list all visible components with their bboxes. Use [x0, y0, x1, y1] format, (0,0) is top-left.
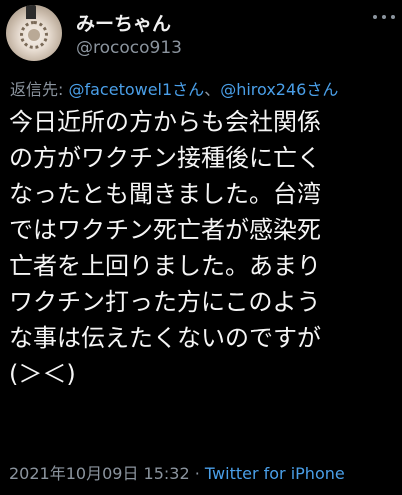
mention-link-facetowel1[interactable]: @facetowel1さん — [68, 80, 204, 99]
tweet-body-line: ではワクチン死亡者が感染死 — [9, 216, 321, 244]
mention-link-hirox246[interactable]: @hirox246さん — [220, 80, 338, 99]
user-handle[interactable]: @rococo913 — [76, 38, 182, 58]
timestamp[interactable]: 2021年10月09日 15:32 — [9, 464, 190, 483]
meta-separator: · — [189, 464, 205, 483]
display-name[interactable]: みーちゃん — [76, 9, 171, 36]
tweet-meta: 2021年10月09日 15:32 · Twitter for iPhone — [9, 460, 345, 484]
source-link[interactable]: Twitter for iPhone — [205, 464, 345, 483]
tweet-body-line: なったとも聞きました。台湾 — [9, 180, 321, 208]
reply-to-line: 返信先: @facetowel1さん、@hirox246さん — [10, 76, 338, 100]
tweet-body-line: ワクチン打った方にこのよう — [9, 288, 321, 316]
reply-prefix: 返信先: — [10, 80, 69, 99]
tweet-body-line: 亡者を上回りました。あまり — [9, 252, 321, 280]
avatar-center-icon — [28, 29, 40, 41]
more-options-icon[interactable] — [372, 2, 396, 24]
avatar-figure-icon — [26, 5, 36, 19]
tweet-body-line: (＞＜) — [9, 360, 76, 388]
tweet-body-line: な事は伝えたくないのですが — [9, 324, 321, 352]
reply-separator: 、 — [204, 80, 221, 99]
avatar[interactable] — [6, 5, 62, 61]
tweet-body-line: 今日近所の方からも会社関係 — [9, 108, 321, 136]
tweet-body: 今日近所の方からも会社関係 の方がワクチン接種後に亡く なったとも聞きました。台… — [9, 104, 401, 392]
tweet-body-line: の方がワクチン接種後に亡く — [9, 144, 321, 172]
tweet: みーちゃん @rococo913 返信先: @facetowel1さん、@hir… — [0, 0, 402, 495]
